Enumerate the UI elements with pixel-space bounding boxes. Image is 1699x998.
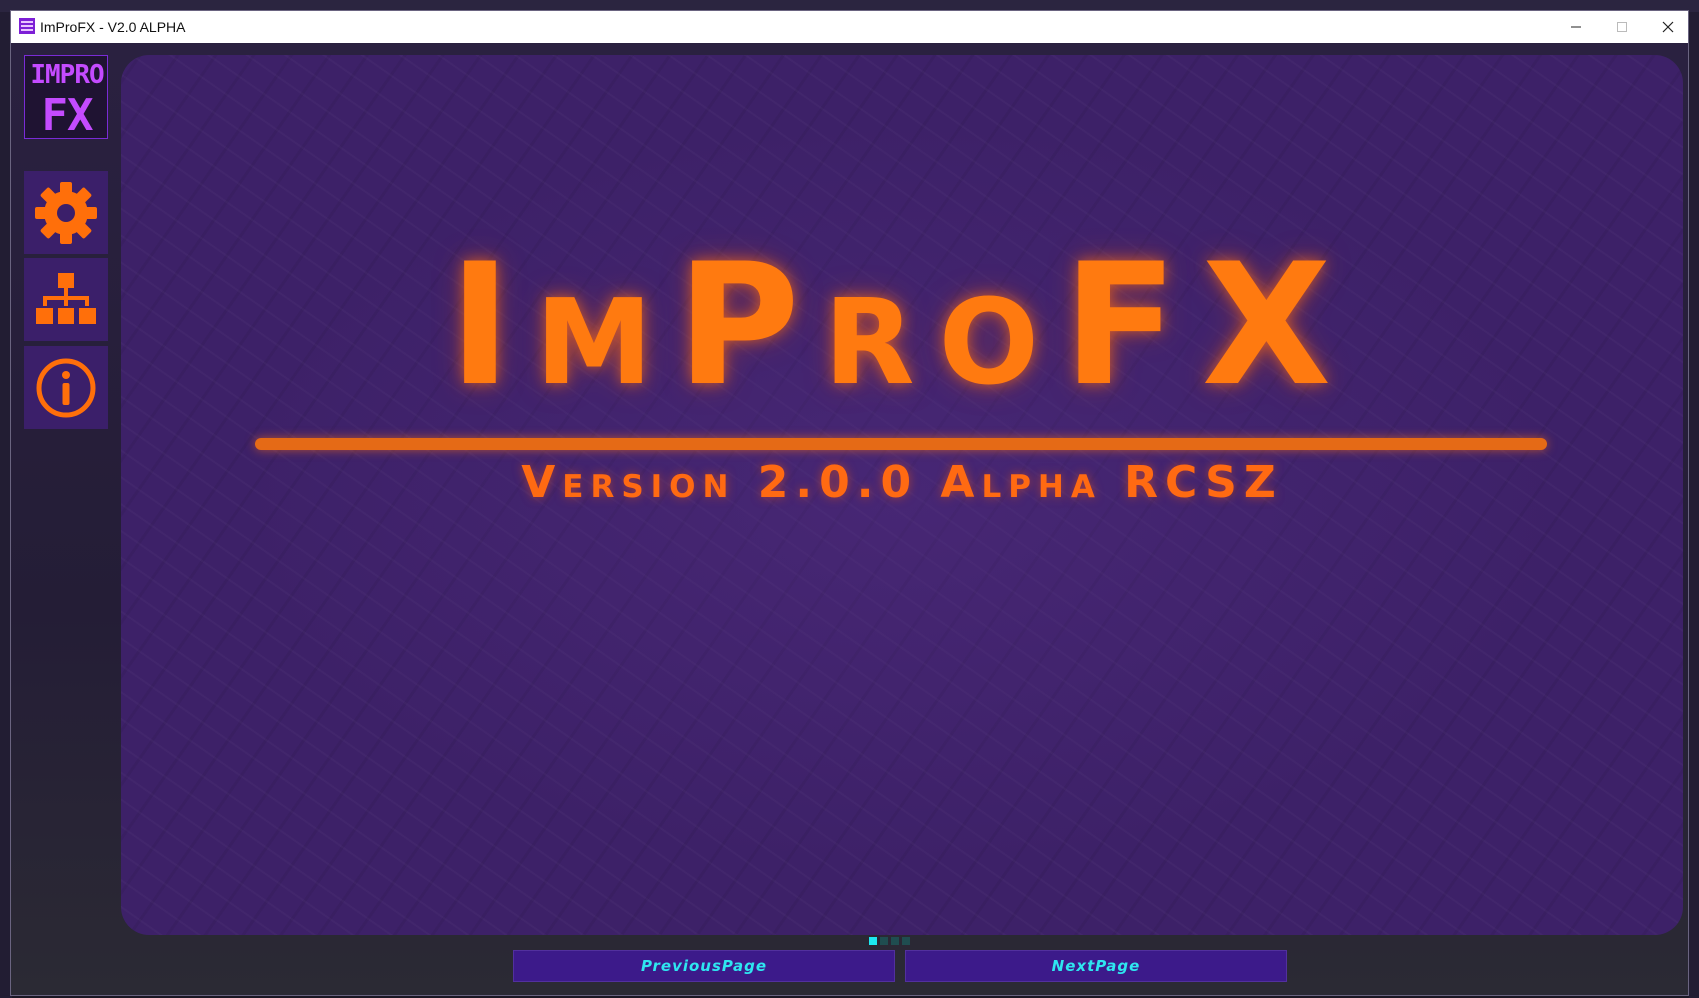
previous-page-button[interactable]: PreviousPage — [513, 950, 895, 982]
page-indicator — [869, 937, 910, 945]
hierarchy-button[interactable] — [24, 258, 108, 341]
close-button[interactable] — [1645, 11, 1691, 43]
minimize-button[interactable] — [1553, 11, 1599, 43]
page-dot — [891, 937, 899, 945]
maximize-button[interactable] — [1599, 11, 1645, 43]
info-icon — [36, 358, 96, 417]
hierarchy-icon — [36, 272, 96, 324]
page-dot — [902, 937, 910, 945]
close-icon — [1662, 21, 1674, 33]
page-dot — [880, 937, 888, 945]
window-title: ImProFX - V2.0 ALPHA — [40, 19, 186, 35]
title-underline — [255, 438, 1547, 450]
splash-subtitle: Version 2.0.0 Alpha RCSZ — [521, 457, 1283, 508]
sidebar: IMPRO FX — [11, 43, 121, 995]
background-ide-right-edge — [1689, 12, 1699, 998]
title-bar: ImProFX - V2.0 ALPHA — [11, 11, 1688, 43]
maximize-icon — [1617, 22, 1627, 32]
app-icon — [19, 18, 35, 34]
splash-panel: ImProFX Version 2.0.0 Alpha RCSZ — [121, 55, 1683, 935]
gear-icon — [35, 181, 97, 244]
app-logo: IMPRO FX — [24, 55, 108, 139]
app-client-area: IMPRO FX ImProFX Version 2.0.0 Alpha RCS… — [11, 43, 1688, 995]
info-button[interactable] — [24, 346, 108, 429]
settings-button[interactable] — [24, 171, 108, 254]
next-page-button[interactable]: NextPage — [905, 950, 1287, 982]
logo-line-1: IMPRO — [30, 60, 104, 90]
minimize-icon — [1571, 26, 1581, 28]
app-window: ImProFX - V2.0 ALPHA IMPRO FX ImProFX Ve… — [10, 10, 1689, 996]
page-dot — [869, 937, 877, 945]
splash-title: ImProFX — [448, 227, 1356, 423]
logo-line-2: FX — [41, 90, 94, 139]
